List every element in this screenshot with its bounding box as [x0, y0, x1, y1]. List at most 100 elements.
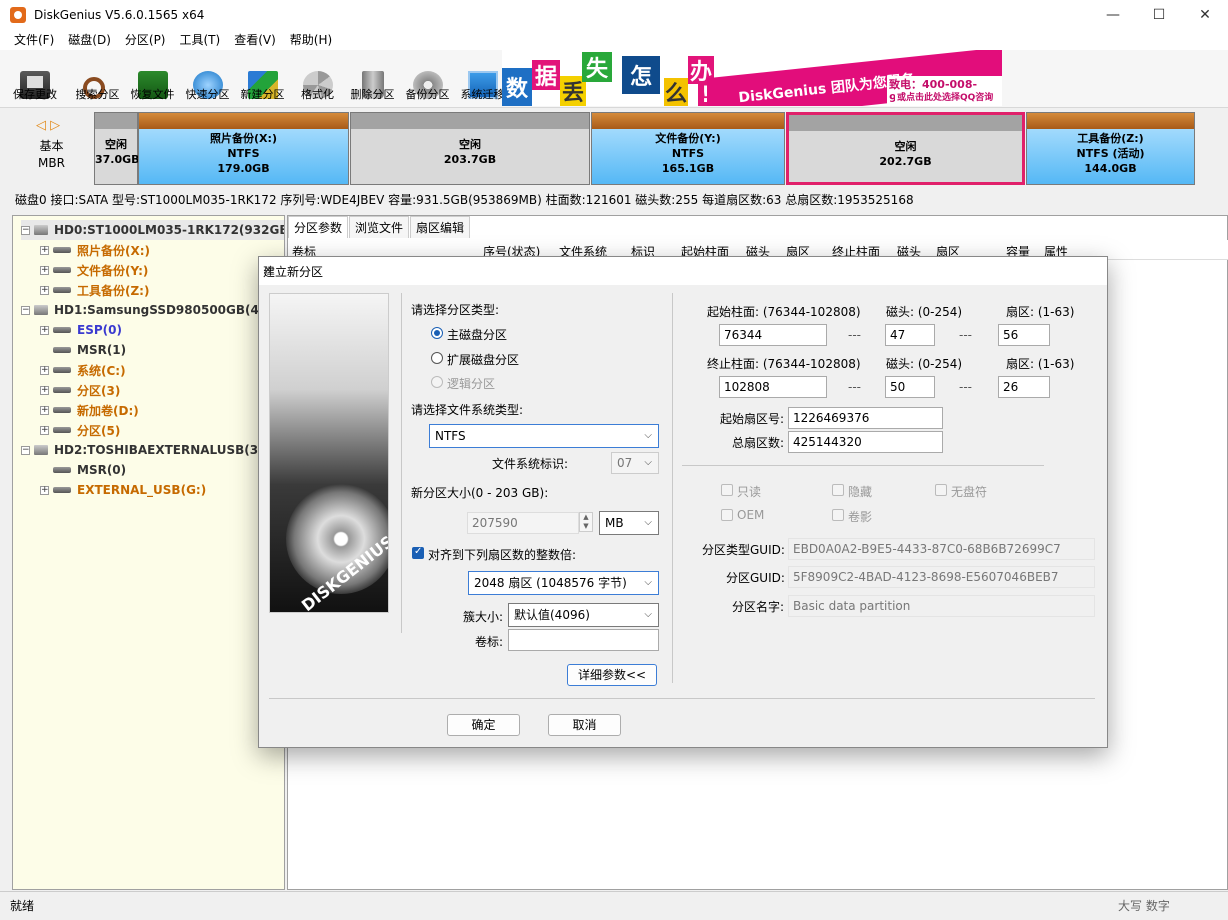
end-cylinder-input[interactable]: 102808 — [719, 376, 827, 398]
tree-partition[interactable]: + 分区(5) — [40, 420, 120, 440]
menu-partition[interactable]: 分区(P) — [118, 30, 173, 50]
expand-icon[interactable]: + — [40, 265, 49, 275]
disk-info-line: 磁盘0 接口:SATA 型号:ST1000LM035-1RK172 序列号:WD… — [15, 193, 914, 207]
partition-block-file-backup[interactable]: 文件备份(Y:) NTFS 165.1GB — [591, 112, 785, 185]
partition-icon — [53, 467, 71, 473]
tab-partition-params[interactable]: 分区参数 — [288, 216, 349, 238]
collapse-icon[interactable]: − — [21, 445, 30, 455]
advert-banner[interactable]: 数 据 丢 失 怎 么 办 ! DiskGenius 团队为您服务 致电：400… — [502, 50, 1002, 106]
total-sectors-input[interactable]: 425144320 — [788, 431, 943, 453]
partition-name-field[interactable]: Basic data partition — [788, 595, 1095, 617]
tree-disk-hd2[interactable]: − HD2:TOSHIBAEXTERNALUSB(372 — [21, 440, 275, 460]
menu-view[interactable]: 查看(V) — [227, 30, 283, 50]
collapse-icon[interactable]: − — [21, 225, 30, 235]
start-lba-input[interactable]: 1226469376 — [788, 407, 943, 429]
tree-partition[interactable]: + EXTERNAL_USB(G:) — [40, 480, 206, 500]
end-sector-input[interactable]: 26 — [998, 376, 1050, 398]
size-spinner[interactable]: ▲ ▼ — [579, 512, 593, 532]
hidden-checkbox[interactable] — [832, 484, 844, 496]
extended-partition-label[interactable]: 扩展磁盘分区 — [447, 351, 519, 368]
expand-icon[interactable]: + — [40, 405, 49, 415]
expand-icon[interactable]: + — [40, 485, 49, 495]
extended-partition-radio[interactable] — [431, 352, 443, 364]
expand-icon[interactable]: + — [40, 425, 49, 435]
start-head-label: 磁头: (0-254) — [886, 305, 963, 319]
tree-partition[interactable]: + 新加卷(D:) — [40, 400, 139, 420]
logical-partition-radio[interactable] — [431, 376, 443, 388]
partition-icon — [53, 427, 71, 433]
align-checkbox[interactable] — [412, 546, 424, 559]
tree-partition[interactable]: + 工具备份(Z:) — [40, 280, 149, 300]
volume-label-input[interactable] — [508, 629, 659, 651]
size-unit-select[interactable]: MB ⌵ — [599, 511, 659, 535]
menu-disk[interactable]: 磁盘(D) — [61, 30, 118, 50]
hard-disk-icon — [34, 445, 48, 455]
tree-partition[interactable]: MSR(0) — [53, 460, 126, 480]
readonly-checkbox[interactable] — [721, 484, 733, 496]
expand-icon[interactable]: + — [40, 325, 49, 335]
tree-partition[interactable]: + 文件备份(Y:) — [40, 260, 148, 280]
divider — [682, 465, 1044, 466]
cluster-size-select[interactable]: 默认值(4096) ⌵ — [508, 603, 659, 627]
new-partition-dialog: 建立新分区 ✕ DISKGENIUS 请选择分区类型: 主磁盘分区 扩展磁盘分区… — [258, 256, 1108, 748]
tab-browse-files[interactable]: 浏览文件 — [349, 216, 410, 238]
banner-qq-link[interactable]: 或点击此处选择QQ咨询 — [895, 90, 996, 103]
align-select[interactable]: 2048 扇区 (1048576 字节) ⌵ — [468, 571, 659, 595]
type-guid-field[interactable]: EBD0A0A2-B9E5-4433-87C0-68B6B72699C7 — [788, 538, 1095, 560]
expand-icon[interactable]: + — [40, 245, 49, 255]
fs-id-select[interactable]: 07 ⌵ — [611, 452, 659, 474]
primary-partition-radio[interactable] — [431, 327, 443, 339]
start-sector-input[interactable]: 56 — [998, 324, 1050, 346]
save-changes-button[interactable]: 保存更改 — [0, 50, 70, 108]
detail-params-button[interactable]: 详细参数<< — [567, 664, 657, 686]
menu-tools[interactable]: 工具(T) — [173, 30, 228, 50]
start-head-input[interactable]: 47 — [885, 324, 935, 346]
expand-icon[interactable]: + — [40, 385, 49, 395]
menu-file[interactable]: 文件(F) — [0, 30, 61, 50]
delete-partition-label: 删除分区 — [350, 88, 395, 101]
menu-help[interactable]: 帮助(H) — [283, 30, 339, 50]
partition-block-photo-backup[interactable]: 照片备份(X:) NTFS 179.0GB — [138, 112, 349, 185]
cluster-size-label: 簇大小: — [463, 610, 504, 624]
expand-icon[interactable]: + — [40, 365, 49, 375]
cancel-button[interactable]: 取消 — [548, 714, 621, 736]
maximize-button[interactable]: ☐ — [1136, 0, 1182, 30]
recover-files-button[interactable]: 恢复文件 — [125, 50, 180, 108]
partition-block-free[interactable]: 空闲 37.0GB — [94, 112, 140, 185]
collapse-icon[interactable]: − — [21, 305, 30, 315]
new-partition-button[interactable]: 新建分区 — [235, 50, 290, 108]
tab-sector-edit[interactable]: 扇区编辑 — [410, 216, 471, 238]
tree-disk-hd1[interactable]: − HD1:SamsungSSD980500GB(466G — [21, 300, 284, 320]
dialog-close-button[interactable]: ✕ — [263, 263, 1099, 277]
partition-guid-field[interactable]: 5F8909C2-4BAD-4123-8698-E5607046BEB7 — [788, 566, 1095, 588]
backup-partition-button[interactable]: 备份分区 — [400, 50, 455, 108]
oem-checkbox[interactable] — [721, 509, 733, 521]
fs-type-select[interactable]: NTFS ⌵ — [429, 424, 659, 448]
disk-nav-arrows[interactable]: ◁ ▷ — [36, 118, 60, 133]
primary-partition-label[interactable]: 主磁盘分区 — [447, 326, 507, 343]
end-head-input[interactable]: 50 — [885, 376, 935, 398]
align-label[interactable]: 对齐到下列扇区数的整数倍: — [428, 546, 576, 563]
tree-partition[interactable]: + 系统(C:) — [40, 360, 126, 380]
format-button[interactable]: 格式化 — [290, 50, 345, 108]
search-partition-button[interactable]: 搜索分区 — [70, 50, 125, 108]
expand-icon[interactable]: + — [40, 285, 49, 295]
tree-partition[interactable]: + 分区(3) — [40, 380, 120, 400]
partition-block-free-selected[interactable]: 空闲 202.7GB — [786, 112, 1025, 185]
shadow-copy-checkbox[interactable] — [832, 509, 844, 521]
tree-partition[interactable]: + 照片备份(X:) — [40, 240, 150, 260]
delete-partition-button[interactable]: 删除分区 — [345, 50, 400, 108]
partition-block-tool-backup[interactable]: 工具备份(Z:) NTFS (活动) 144.0GB — [1026, 112, 1195, 185]
size-input[interactable]: 207590 — [467, 512, 579, 534]
partition-block-free[interactable]: 空闲 203.7GB — [350, 112, 590, 185]
close-button[interactable]: ✕ — [1182, 0, 1228, 30]
minimize-button[interactable]: — — [1090, 0, 1136, 30]
tree-disk-hd0[interactable]: − HD0:ST1000LM035-1RK172(932GB) — [21, 220, 284, 240]
ok-button[interactable]: 确定 — [447, 714, 520, 736]
no-drive-letter-checkbox[interactable] — [935, 484, 947, 496]
quick-partition-button[interactable]: 快速分区 — [180, 50, 235, 108]
tree-partition[interactable]: + ESP(0) — [40, 320, 122, 340]
start-sector-label: 扇区: (1-63) — [1006, 305, 1075, 319]
start-cylinder-input[interactable]: 76344 — [719, 324, 827, 346]
tree-partition[interactable]: MSR(1) — [53, 340, 126, 360]
